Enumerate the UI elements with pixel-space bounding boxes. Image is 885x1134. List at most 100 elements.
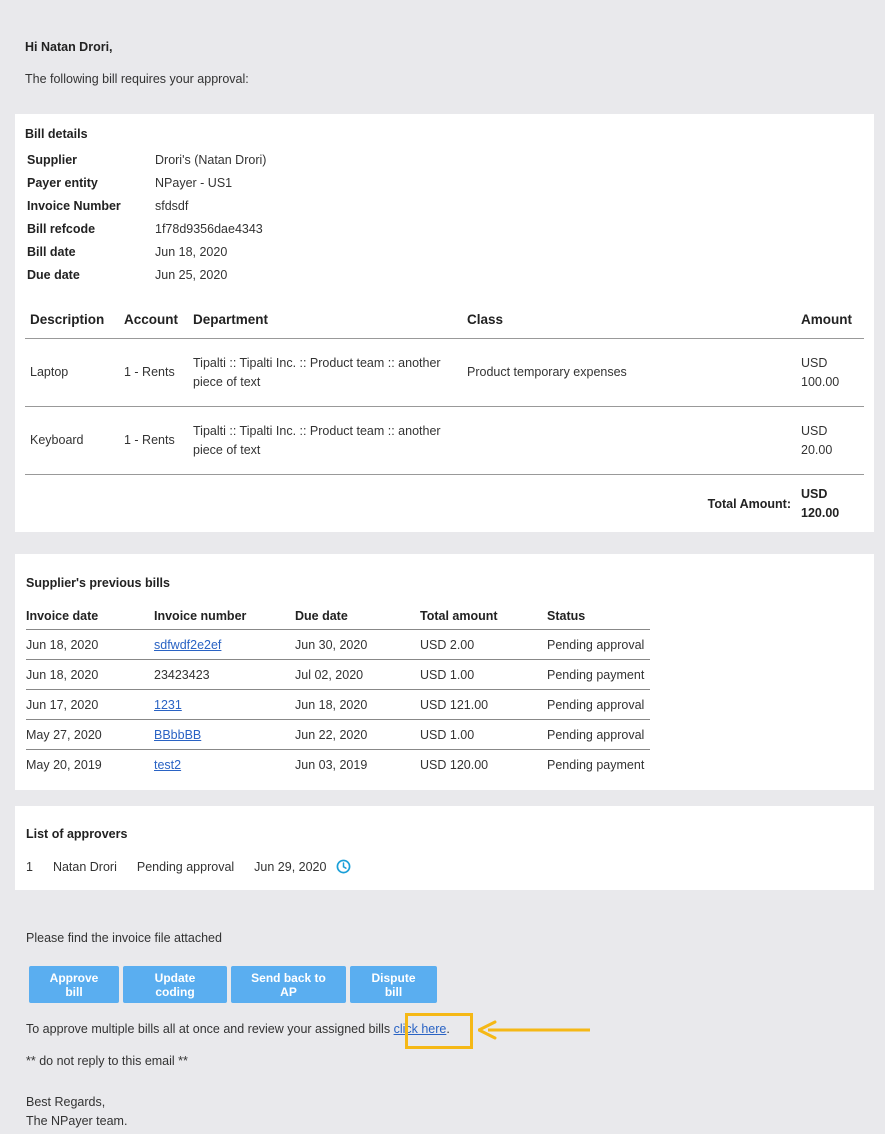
invoice-date: May 20, 2019 — [26, 757, 102, 772]
clock-icon — [337, 859, 351, 874]
line-amount-value: 100.00 — [801, 374, 840, 389]
team-text: The NPayer team. — [26, 1114, 128, 1128]
status: Pending approval — [547, 689, 650, 720]
column-header: Account — [119, 308, 188, 339]
total-amount: USD 1.00 — [420, 719, 547, 750]
bill-lines-table: Description Account Department Class Amo… — [25, 308, 864, 533]
field-value: Drori's (Natan Drori) — [155, 153, 267, 167]
approver-date: Jun 29, 2020 — [254, 859, 327, 874]
field-label: Bill refcode — [27, 222, 96, 236]
line-currency: USD — [801, 355, 828, 370]
total-amount-value: 120.00 — [801, 506, 840, 520]
field-row: Invoice Number sfdsdf — [27, 199, 266, 222]
highlight-box — [405, 1013, 473, 1049]
due-date: Jul 02, 2020 — [295, 659, 420, 690]
dispute-bill-button[interactable]: Dispute bill — [350, 966, 437, 1003]
table-row: May 27, 2020 BBbbBB Jun 22, 2020 USD 1.0… — [26, 719, 650, 750]
invoice-number-link[interactable]: BBbbBB — [154, 728, 201, 742]
due-date: Jun 30, 2020 — [295, 629, 420, 660]
table-row: Jun 18, 2020 sdfwdf2e2ef Jun 30, 2020 US… — [26, 629, 650, 660]
total-currency: USD — [801, 487, 828, 501]
field-value: 1f78d9356dae4343 — [155, 222, 263, 236]
field-row: Bill refcode 1f78d9356dae4343 — [27, 222, 266, 245]
invoice-date: Jun 18, 2020 — [26, 659, 154, 690]
line-amount-value: 20.00 — [801, 442, 833, 457]
field-row: Supplier Drori's (Natan Drori) — [27, 153, 266, 176]
column-header: Invoice number — [154, 602, 295, 630]
column-header: Total amount — [420, 602, 547, 630]
bill-details-card: Bill details Supplier Drori's (Natan Dror… — [15, 114, 874, 532]
invoice-date: May 27, 2020 — [26, 719, 154, 750]
column-header: Department — [188, 308, 462, 339]
line-description: Keyboard — [25, 406, 119, 475]
field-label: Bill date — [27, 245, 76, 259]
approve-bill-button[interactable]: Approve bill — [29, 966, 119, 1003]
total-label: Total Amount: — [707, 496, 791, 511]
total-amount: USD 1.00 — [420, 659, 547, 690]
previous-bills-title: Supplier's previous bills — [26, 576, 170, 590]
greeting: Hi Natan Drori, The following bill requi… — [25, 40, 249, 86]
total-row: Total Amount: USD 120.00 — [25, 475, 864, 534]
field-value: Jun 25, 2020 — [155, 268, 228, 282]
table-row: Keyboard 1 - Rents Tipalti :: Tipalti In… — [25, 406, 864, 475]
invoice-date: Jun 18, 2020 — [26, 629, 154, 660]
intro-text: The following bill requires your approva… — [25, 72, 249, 86]
invoice-number-link[interactable]: test2 — [154, 758, 181, 772]
multi-approve-prefix: To approve multiple bills all at once an… — [26, 1022, 394, 1036]
total-amount: USD 120.00 — [420, 757, 489, 772]
column-header: Class — [462, 308, 796, 339]
field-label: Due date — [27, 268, 80, 282]
due-date: Jun 22, 2020 — [295, 719, 420, 750]
line-description: Laptop — [25, 338, 119, 407]
invoice-number: 23423423 — [154, 659, 295, 690]
approvers-title: List of approvers — [26, 827, 128, 841]
arrow-left-icon — [478, 1020, 590, 1040]
column-header: Description — [25, 308, 119, 339]
bill-details-title: Bill details — [25, 127, 88, 141]
signature: Best Regards, The NPayer team. — [26, 1093, 127, 1131]
bill-fields: Supplier Drori's (Natan Drori) Payer enti… — [27, 153, 266, 291]
approvers-card: List of approvers 1 Natan Drori Pending … — [15, 806, 874, 890]
line-amount: USD 20.00 — [796, 406, 864, 475]
line-amount: USD 100.00 — [796, 338, 864, 407]
approver-index: 1 — [26, 859, 33, 874]
greeting-text: Hi Natan Drori, — [25, 40, 113, 54]
column-header: Amount — [796, 308, 864, 339]
table-header-row: Invoice date Invoice number Due date Tot… — [26, 602, 650, 630]
total-amount: USD 2.00 — [420, 629, 547, 660]
update-coding-button[interactable]: Update coding — [123, 966, 227, 1003]
approver-status: Pending approval — [136, 859, 235, 874]
total-amount: USD 120.00 — [796, 475, 864, 534]
field-value: sfdsdf — [155, 199, 189, 213]
column-header: Due date — [295, 602, 420, 630]
line-department: Tipalti :: Tipalti Inc. :: Product team … — [188, 338, 462, 407]
field-value: NPayer - US1 — [155, 176, 233, 190]
field-value: Jun 18, 2020 — [155, 245, 228, 259]
field-label: Invoice Number — [27, 199, 121, 213]
line-account: 1 - Rents — [119, 338, 188, 407]
status: Pending payment — [547, 757, 645, 772]
send-back-to-ap-button[interactable]: Send back to AP — [231, 966, 346, 1003]
field-row: Due date Jun 25, 2020 — [27, 268, 266, 291]
status: Pending approval — [547, 719, 650, 750]
line-currency: USD — [801, 423, 828, 438]
table-row: Laptop 1 - Rents Tipalti :: Tipalti Inc.… — [25, 338, 864, 407]
invoice-number-link[interactable]: 1231 — [154, 698, 182, 712]
table-row: May 20, 2019 test2 Jun 03, 2019 USD 120.… — [26, 750, 650, 780]
field-row: Payer entity NPayer - US1 — [27, 176, 266, 199]
invoice-number-link[interactable]: sdfwdf2e2ef — [154, 638, 221, 652]
column-header: Status — [547, 602, 650, 630]
multi-approve-text: To approve multiple bills all at once an… — [26, 1022, 450, 1036]
action-buttons: Approve bill Update coding Send back to … — [29, 966, 437, 1003]
status: Pending payment — [547, 659, 650, 690]
line-account: 1 - Rents — [119, 406, 188, 475]
line-class — [462, 406, 796, 475]
column-header: Invoice date — [26, 602, 154, 630]
approver-row: 1 Natan Drori Pending approval Jun 29, 2… — [26, 859, 351, 874]
total-amount: USD 121.00 — [420, 689, 547, 720]
noreply-note: ** do not reply to this email ** — [26, 1054, 188, 1068]
field-label: Supplier — [27, 153, 78, 167]
previous-bills-table: Invoice date Invoice number Due date Tot… — [26, 602, 650, 779]
approver-name: Natan Drori — [52, 859, 117, 874]
status: Pending approval — [547, 629, 650, 660]
